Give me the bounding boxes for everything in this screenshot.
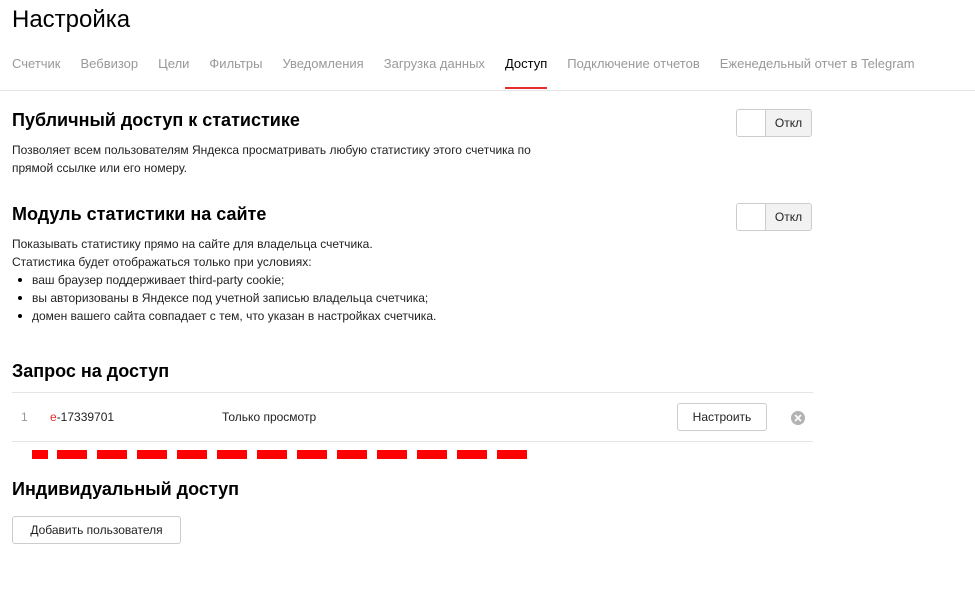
login-rest: -17339701 [56,410,115,424]
stats-module-desc-line-2: Статистика будет отображаться только при… [12,255,312,269]
stats-module-toggle[interactable]: Откл [736,203,812,231]
individual-access-title: Индивидуальный доступ [12,479,240,499]
public-access-title: Публичный доступ к статистике [12,110,300,130]
tab-webvisor[interactable]: Вебвизор [81,56,139,90]
row-login: e-17339701 [50,410,114,424]
page-title: Настройка [12,6,131,33]
toggle-knob [737,204,766,230]
tab-data-upload[interactable]: Загрузка данных [384,56,485,90]
public-access-desc-line-1: Позволяет всем пользователям Яндекса про… [12,143,531,157]
tab-goals[interactable]: Цели [158,56,189,90]
stats-module-desc-line-1: Показывать статистику прямо на сайте для… [12,237,373,251]
toggle-label: Откл [766,204,811,230]
settings-tabs: Счетчик Вебвизор Цели Фильтры Уведомлени… [12,56,935,90]
toggle-knob [737,110,766,136]
tab-notifications[interactable]: Уведомления [282,56,363,90]
row-number: 1 [21,410,28,424]
public-access-toggle[interactable]: Откл [736,109,812,137]
condition-item: ваш браузер поддерживает third-party coo… [12,271,436,289]
tab-report-connection[interactable]: Подключение отчетов [567,56,699,90]
condition-item: домен вашего сайта совпадает с тем, что … [12,307,436,325]
login-first-letter: e [50,410,57,424]
stats-module-description: Показывать статистику прямо на сайте для… [12,235,436,325]
public-access-description: Позволяет всем пользователям Яндекса про… [12,141,531,177]
toggle-label: Откл [766,110,811,136]
redaction-mark [32,450,527,459]
access-request-table: 1 e-17339701 Только просмотр Настроить [12,392,813,442]
tab-counter[interactable]: Счетчик [12,56,61,90]
remove-icon[interactable] [791,411,805,425]
condition-item: вы авторизованы в Яндексе под учетной за… [12,289,436,307]
tab-filters[interactable]: Фильтры [209,56,262,90]
public-access-desc-line-2: прямой ссылке или его номеру. [12,161,187,175]
conditions-list: ваш браузер поддерживает third-party coo… [12,271,436,325]
row-permission: Только просмотр [222,410,317,424]
add-user-button[interactable]: Добавить пользователя [12,516,181,544]
tabs-divider [0,90,975,91]
access-request-title: Запрос на доступ [12,361,170,381]
configure-button[interactable]: Настроить [677,403,767,431]
tab-access[interactable]: Доступ [504,56,548,90]
stats-module-title: Модуль статистики на сайте [12,204,267,224]
tab-telegram-report[interactable]: Еженедельный отчет в Telegram [720,56,915,90]
